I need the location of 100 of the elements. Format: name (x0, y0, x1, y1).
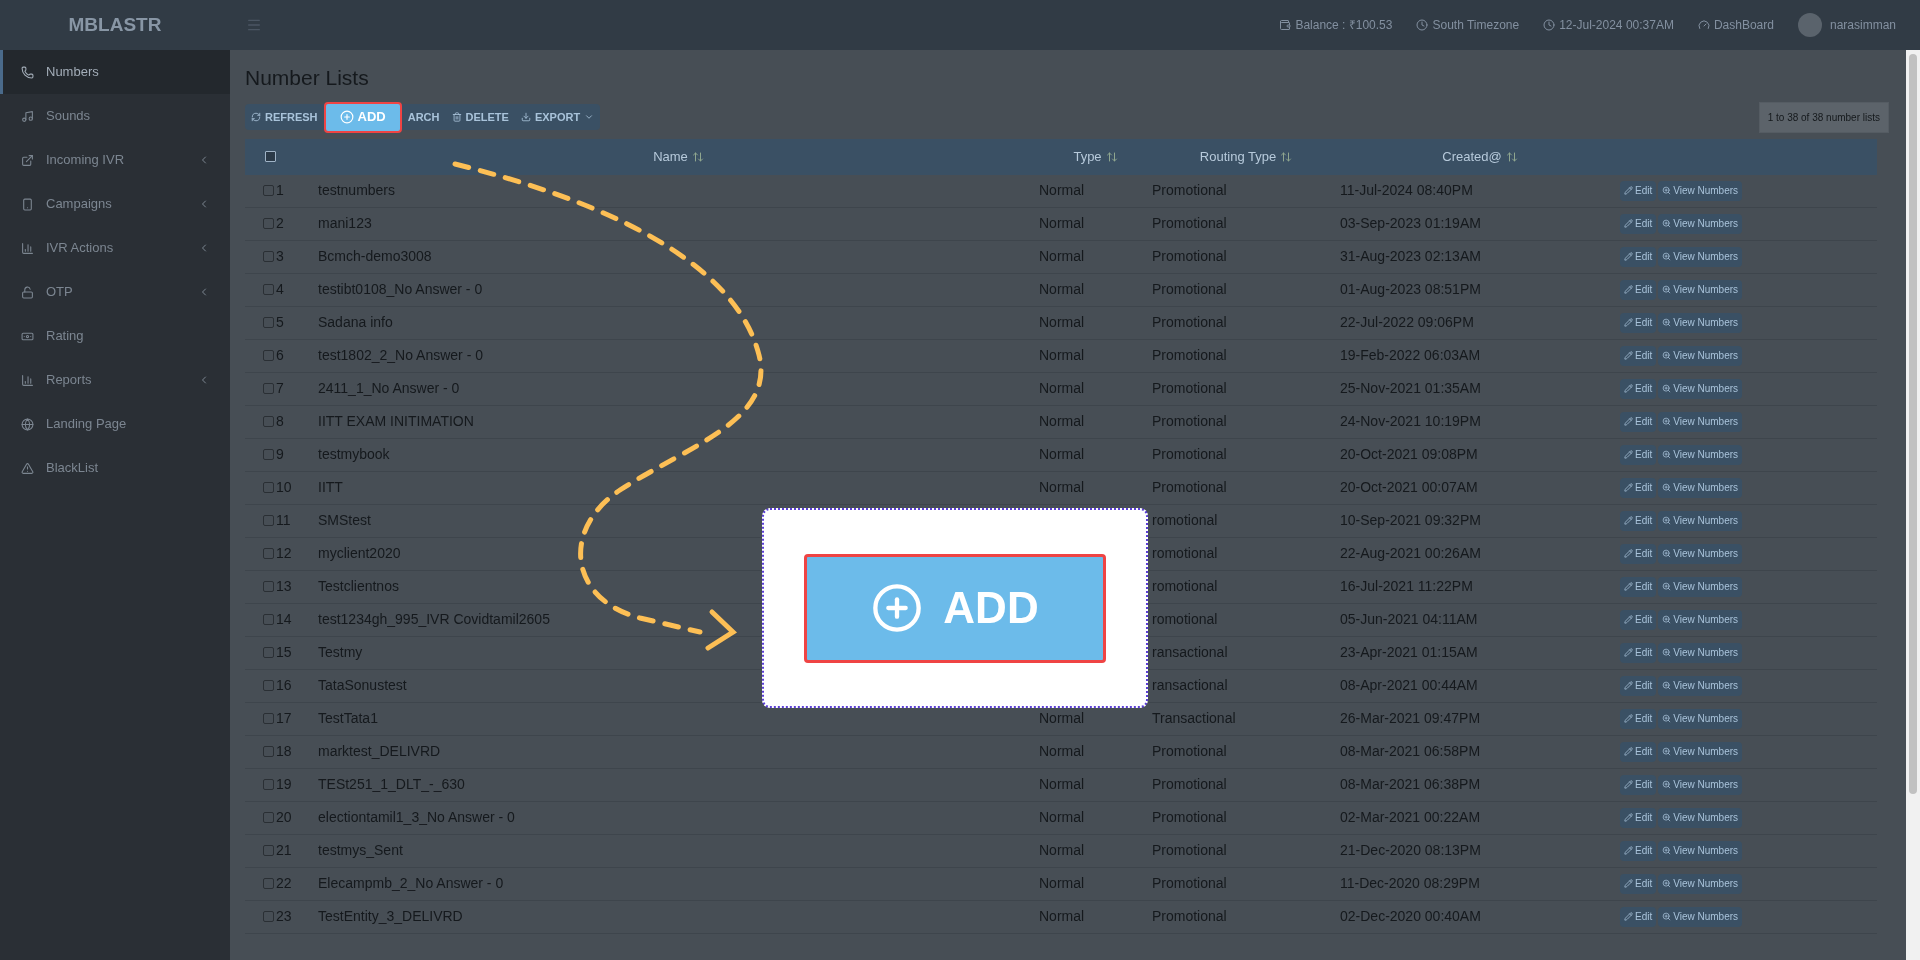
table-cell: TESt251_1_DLT_-_630 (318, 776, 465, 792)
view-numbers-button[interactable]: View Numbers (1658, 312, 1743, 333)
row-checkbox[interactable] (263, 548, 274, 559)
column-header[interactable]: Name (653, 146, 688, 167)
sidebar-item[interactable]: Reports (0, 358, 230, 402)
edit-button[interactable]: Edit (1620, 675, 1657, 696)
edit-button[interactable]: Edit (1620, 477, 1657, 498)
view-numbers-button[interactable]: View Numbers (1658, 609, 1743, 630)
sidebar-item[interactable]: BlackList (0, 446, 230, 490)
table-cell: 22-Jul-2022 09:06PM (1340, 314, 1474, 330)
view-numbers-button[interactable]: View Numbers (1658, 180, 1743, 201)
edit-button[interactable]: Edit (1620, 246, 1657, 267)
row-checkbox[interactable] (263, 284, 274, 295)
row-checkbox[interactable] (263, 911, 274, 922)
edit-button[interactable]: Edit (1620, 708, 1657, 729)
row-checkbox[interactable] (263, 350, 274, 361)
row-checkbox[interactable] (263, 779, 274, 790)
row-checkbox[interactable] (263, 680, 274, 691)
view-numbers-button[interactable]: View Numbers (1658, 807, 1743, 828)
user-name[interactable]: narasimman (1829, 16, 1896, 34)
row-checkbox[interactable] (263, 185, 274, 196)
row-checkbox[interactable] (263, 383, 274, 394)
row-checkbox[interactable] (263, 878, 274, 889)
menu-icon[interactable] (246, 17, 262, 33)
edit-button[interactable]: Edit (1620, 411, 1657, 432)
edit-button[interactable]: Edit (1620, 609, 1657, 630)
sidebar-item[interactable]: Rating (0, 314, 230, 358)
row-checkbox[interactable] (263, 812, 274, 823)
view-numbers-button[interactable]: View Numbers (1658, 543, 1743, 564)
search-icon (1662, 252, 1672, 261)
column-header[interactable]: Routing Type (1199, 146, 1277, 167)
sidebar-item[interactable]: IVR Actions (0, 226, 230, 270)
view-numbers-button[interactable]: View Numbers (1658, 774, 1743, 795)
toolbar-button[interactable]: REFRESH (245, 104, 324, 130)
view-numbers-button[interactable]: View Numbers (1658, 675, 1743, 696)
select-all-checkbox[interactable] (265, 151, 276, 162)
edit-button[interactable]: Edit (1620, 873, 1657, 894)
topbar-item[interactable]: DashBoard (1713, 16, 1774, 34)
edit-button[interactable]: Edit (1620, 345, 1657, 366)
edit-button[interactable]: Edit (1620, 741, 1657, 762)
view-numbers-button[interactable]: View Numbers (1658, 411, 1743, 432)
view-numbers-button[interactable]: View Numbers (1658, 642, 1743, 663)
row-checkbox[interactable] (263, 614, 274, 625)
edit-button[interactable]: Edit (1620, 840, 1657, 861)
edit-button[interactable]: Edit (1620, 642, 1657, 663)
row-checkbox[interactable] (263, 647, 274, 658)
row-checkbox[interactable] (263, 482, 274, 493)
view-numbers-button[interactable]: View Numbers (1658, 477, 1743, 498)
sidebar-item[interactable]: Landing Page (0, 402, 230, 446)
edit-button[interactable]: Edit (1620, 279, 1657, 300)
view-numbers-button[interactable]: View Numbers (1658, 345, 1743, 366)
view-numbers-button[interactable]: View Numbers (1658, 378, 1743, 399)
warning-icon (21, 461, 34, 475)
row-checkbox[interactable] (263, 746, 274, 757)
row-checkbox[interactable] (263, 515, 274, 526)
view-numbers-button[interactable]: View Numbers (1658, 906, 1743, 927)
row-checkbox[interactable] (263, 317, 274, 328)
row-checkbox[interactable] (263, 218, 274, 229)
sidebar-item[interactable]: Sounds (0, 94, 230, 138)
column-header[interactable]: Type (1073, 146, 1102, 167)
row-checkbox[interactable] (263, 416, 274, 427)
view-numbers-button[interactable]: View Numbers (1658, 873, 1743, 894)
avatar[interactable] (1797, 13, 1822, 37)
edit-button[interactable]: Edit (1620, 312, 1657, 333)
view-numbers-button[interactable]: View Numbers (1658, 708, 1743, 729)
edit-button[interactable]: Edit (1620, 180, 1657, 201)
view-numbers-button[interactable]: View Numbers (1658, 444, 1743, 465)
toolbar-button[interactable]: EXPORT (514, 104, 601, 130)
table-cell: 24-Nov-2021 10:19PM (1340, 413, 1481, 429)
edit-button[interactable]: Edit (1620, 576, 1657, 597)
view-numbers-button[interactable]: View Numbers (1658, 576, 1743, 597)
edit-button[interactable]: Edit (1620, 444, 1657, 465)
pencil-icon (1624, 846, 1633, 855)
sidebar-item[interactable]: Incoming IVR (0, 138, 230, 182)
row-checkbox[interactable] (263, 581, 274, 592)
view-numbers-button[interactable]: View Numbers (1658, 246, 1743, 267)
toolbar-button[interactable]: DELETE (445, 104, 515, 130)
brand-logo[interactable]: MBLASTR (68, 10, 162, 40)
edit-button[interactable]: Edit (1620, 807, 1657, 828)
edit-button[interactable]: Edit (1620, 213, 1657, 234)
view-numbers-button[interactable]: View Numbers (1658, 510, 1743, 531)
row-checkbox[interactable] (263, 845, 274, 856)
view-numbers-button[interactable]: View Numbers (1658, 213, 1743, 234)
view-numbers-button[interactable]: View Numbers (1658, 840, 1743, 861)
sidebar-item[interactable]: Numbers (0, 50, 230, 94)
column-header[interactable]: Created@ (1442, 146, 1502, 167)
row-checkbox[interactable] (263, 251, 274, 262)
row-checkbox[interactable] (263, 713, 274, 724)
edit-button[interactable]: Edit (1620, 510, 1657, 531)
edit-button[interactable]: Edit (1620, 378, 1657, 399)
sidebar-item[interactable]: OTP (0, 270, 230, 314)
edit-button[interactable]: Edit (1620, 543, 1657, 564)
sort-icon (691, 150, 704, 163)
view-numbers-button[interactable]: View Numbers (1658, 279, 1743, 300)
sidebar-item[interactable]: Campaigns (0, 182, 230, 226)
toolbar-button[interactable]: ARCH (401, 104, 446, 130)
view-numbers-button[interactable]: View Numbers (1658, 741, 1743, 762)
edit-button[interactable]: Edit (1620, 906, 1657, 927)
row-checkbox[interactable] (263, 449, 274, 460)
edit-button[interactable]: Edit (1620, 774, 1657, 795)
